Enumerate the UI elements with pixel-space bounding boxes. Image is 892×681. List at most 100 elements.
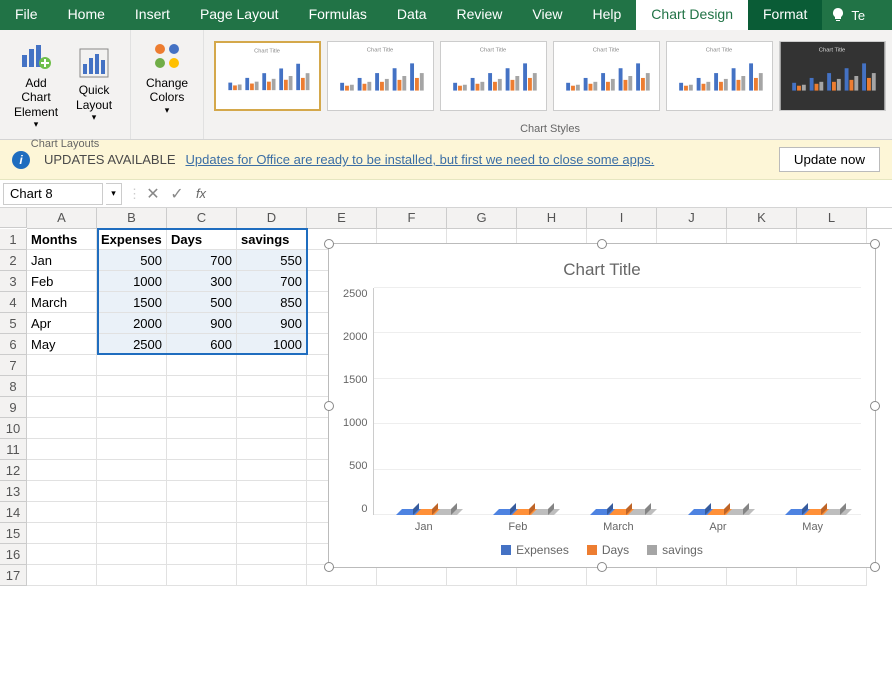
cell[interactable]	[167, 418, 237, 439]
cell[interactable]: 700	[237, 271, 307, 292]
cell[interactable]	[97, 376, 167, 397]
cell[interactable]	[27, 376, 97, 397]
tab-home[interactable]: Home	[53, 0, 120, 30]
cell[interactable]	[97, 523, 167, 544]
resize-handle-n[interactable]	[597, 239, 607, 249]
cell[interactable]	[97, 355, 167, 376]
select-all-corner[interactable]	[0, 208, 27, 228]
cell[interactable]	[237, 460, 307, 481]
tab-file[interactable]: File	[0, 0, 53, 30]
row-header[interactable]: 13	[0, 481, 27, 502]
add-chart-element-button[interactable]: Add Chart Element ▾	[8, 34, 64, 132]
cell[interactable]	[97, 418, 167, 439]
chart-style-thumbnail[interactable]: Chart Title	[779, 41, 886, 111]
cell[interactable]: 900	[167, 313, 237, 334]
cell[interactable]	[97, 460, 167, 481]
row-header[interactable]: 17	[0, 565, 27, 586]
cell[interactable]	[97, 565, 167, 586]
cell[interactable]	[27, 460, 97, 481]
cell[interactable]	[237, 418, 307, 439]
cell[interactable]	[237, 355, 307, 376]
cell[interactable]	[27, 544, 97, 565]
column-header[interactable]: E	[307, 208, 377, 228]
cell[interactable]	[167, 544, 237, 565]
chart-title[interactable]: Chart Title	[343, 260, 861, 280]
update-message-link[interactable]: Updates for Office are ready to be insta…	[186, 152, 655, 167]
resize-handle-sw[interactable]	[324, 562, 334, 572]
resize-handle-s[interactable]	[597, 562, 607, 572]
chart-legend[interactable]: Expenses Days savings	[343, 543, 861, 557]
name-box-dropdown[interactable]: ▾	[106, 183, 122, 205]
cell[interactable]	[517, 565, 587, 586]
cell[interactable]: March	[27, 292, 97, 313]
tab-chart-design[interactable]: Chart Design	[636, 0, 748, 30]
cell[interactable]: 700	[167, 250, 237, 271]
resize-handle-w[interactable]	[324, 401, 334, 411]
tab-insert[interactable]: Insert	[120, 0, 185, 30]
chart-style-thumbnail[interactable]: Chart Title	[327, 41, 434, 111]
row-header[interactable]: 10	[0, 418, 27, 439]
resize-handle-nw[interactable]	[324, 239, 334, 249]
row-header[interactable]: 3	[0, 271, 27, 292]
tell-me-search[interactable]: Te	[822, 0, 873, 30]
row-header[interactable]: 6	[0, 334, 27, 355]
name-box[interactable]: Chart 8	[3, 183, 103, 205]
worksheet-area[interactable]: ABCDEFGHIJKL 1MonthsExpensesDayssavings2…	[0, 208, 892, 681]
cell[interactable]: 300	[167, 271, 237, 292]
embedded-chart[interactable]: Chart Title 25002000150010005000 JanFebM…	[328, 243, 876, 568]
cell[interactable]	[797, 565, 867, 586]
chart-style-thumbnail[interactable]: Chart Title	[666, 41, 773, 111]
resize-handle-e[interactable]	[870, 401, 880, 411]
row-header[interactable]: 11	[0, 439, 27, 460]
cell[interactable]	[657, 565, 727, 586]
cell[interactable]: savings	[237, 229, 307, 250]
row-header[interactable]: 7	[0, 355, 27, 376]
chart-plot-area[interactable]	[373, 288, 861, 515]
row-header[interactable]: 1	[0, 229, 27, 250]
column-header[interactable]: F	[377, 208, 447, 228]
row-header[interactable]: 5	[0, 313, 27, 334]
cell[interactable]: May	[27, 334, 97, 355]
column-header[interactable]: L	[797, 208, 867, 228]
column-header[interactable]: H	[517, 208, 587, 228]
cell[interactable]	[27, 418, 97, 439]
update-now-button[interactable]: Update now	[779, 147, 880, 172]
legend-item[interactable]: Expenses	[501, 543, 569, 557]
chart-style-thumbnail[interactable]: Chart Title	[553, 41, 660, 111]
cell[interactable]	[237, 397, 307, 418]
row-header[interactable]: 4	[0, 292, 27, 313]
cell[interactable]	[167, 355, 237, 376]
cell[interactable]	[167, 523, 237, 544]
cell[interactable]	[237, 502, 307, 523]
column-header[interactable]: I	[587, 208, 657, 228]
legend-item[interactable]: savings	[647, 543, 703, 557]
cell[interactable]	[167, 397, 237, 418]
column-header[interactable]: A	[27, 208, 97, 228]
cell[interactable]: 900	[237, 313, 307, 334]
cell[interactable]: 850	[237, 292, 307, 313]
cell[interactable]	[307, 565, 377, 586]
row-header[interactable]: 8	[0, 376, 27, 397]
insert-function-button[interactable]: fx	[189, 186, 213, 201]
column-header[interactable]: K	[727, 208, 797, 228]
tab-page-layout[interactable]: Page Layout	[185, 0, 294, 30]
cell[interactable]	[97, 481, 167, 502]
tab-formulas[interactable]: Formulas	[294, 0, 382, 30]
row-header[interactable]: 2	[0, 250, 27, 271]
cell[interactable]	[27, 439, 97, 460]
column-header[interactable]: G	[447, 208, 517, 228]
cell[interactable]	[377, 565, 447, 586]
cell[interactable]	[167, 439, 237, 460]
column-header[interactable]: D	[237, 208, 307, 228]
change-colors-button[interactable]: Change Colors ▾	[139, 34, 195, 118]
formula-input[interactable]	[213, 183, 892, 205]
cell[interactable]	[237, 523, 307, 544]
cell[interactable]: 1000	[97, 271, 167, 292]
cell[interactable]: Expenses	[97, 229, 167, 250]
legend-item[interactable]: Days	[587, 543, 629, 557]
row-header[interactable]: 15	[0, 523, 27, 544]
cell[interactable]: 500	[167, 292, 237, 313]
cell[interactable]	[237, 565, 307, 586]
cell[interactable]	[727, 565, 797, 586]
cell[interactable]: 2000	[97, 313, 167, 334]
